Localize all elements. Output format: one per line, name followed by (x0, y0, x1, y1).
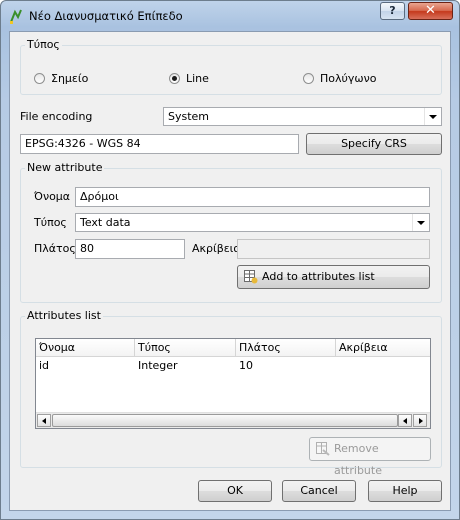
cell-width: 10 (239, 359, 253, 372)
attr-precision-input[interactable] (237, 239, 430, 259)
attr-name-input[interactable]: Δρόμοι (75, 187, 430, 207)
cell-precision (336, 357, 342, 361)
type-groupbox: Τύπος Σημείο Line Πολύγωνο (20, 38, 442, 95)
encoding-select[interactable]: System (163, 107, 442, 126)
new-attribute-label: New attribute (25, 161, 105, 174)
table-remove-icon (316, 442, 330, 456)
window-title: Νέο Διανυσματικό Επίπεδο (29, 9, 183, 23)
help-button[interactable]: Help (368, 480, 442, 502)
qgis-layer-icon (10, 9, 22, 24)
title-bar[interactable]: Νέο Διανυσματικό Επίπεδο ? ✕ (1, 1, 459, 31)
ok-button[interactable]: OK (198, 480, 272, 502)
attr-width-input[interactable]: 80 (75, 239, 185, 259)
radio-point[interactable] (34, 73, 45, 84)
attr-name-label: Όνομα (34, 190, 71, 203)
column-header-width[interactable]: Πλάτος (236, 339, 336, 357)
column-header-type[interactable]: Τύπος (135, 339, 236, 357)
type-group-label: Τύπος (25, 38, 62, 51)
scroll-left-icon[interactable] (398, 414, 412, 427)
radio-polygon[interactable] (303, 73, 314, 84)
attr-precision-label: Ακρίβεια (192, 242, 241, 255)
attributes-list-label: Attributes list (25, 309, 103, 322)
radio-line-label: Line (186, 72, 209, 85)
scroll-left-icon[interactable] (37, 414, 51, 427)
crs-field[interactable]: EPSG:4326 - WGS 84 (20, 134, 299, 154)
attr-type-value: Text data (80, 216, 131, 229)
encoding-label: File encoding (20, 110, 93, 123)
chevron-down-icon[interactable] (412, 214, 429, 231)
new-attribute-groupbox: New attribute Όνομα Δρόμοι Τύπος Text da… (20, 161, 442, 303)
cancel-button[interactable]: Cancel (282, 480, 356, 502)
remove-attribute-label: Remove attribute (334, 442, 382, 477)
dialog-window: Νέο Διανυσματικό Επίπεδο ? ✕ Τύπος Σημεί… (0, 0, 460, 520)
add-to-attributes-button[interactable]: Add to attributes list (237, 265, 430, 289)
attr-type-label: Τύπος (34, 216, 67, 229)
attributes-table[interactable]: Όνομα Τύπος Πλάτος Ακρίβεια id Integer 1… (35, 338, 431, 429)
cell-type: Integer (138, 359, 178, 372)
column-header-name[interactable]: Όνομα (36, 339, 135, 357)
cell-name: id (39, 359, 50, 372)
specify-crs-button[interactable]: Specify CRS (306, 133, 442, 155)
attributes-list-groupbox: Attributes list Όνομα Τύπος Πλάτος Ακρίβ… (20, 309, 442, 477)
table-add-icon (244, 270, 258, 284)
close-button[interactable]: ✕ (408, 2, 453, 20)
attr-type-select[interactable]: Text data (75, 213, 430, 232)
chevron-down-icon[interactable] (424, 108, 441, 125)
dialog-client-area: Τύπος Σημείο Line Πολύγωνο File encoding… (9, 31, 451, 511)
remove-attribute-button[interactable]: Remove attribute (309, 437, 431, 477)
radio-point-label: Σημείο (51, 72, 89, 85)
radio-line[interactable] (169, 73, 180, 84)
encoding-value: System (168, 110, 210, 123)
help-caption-button[interactable]: ? (380, 2, 405, 20)
scrollbar-thumb[interactable] (52, 414, 398, 427)
radio-polygon-label: Πολύγωνο (320, 72, 377, 85)
column-header-precision[interactable]: Ακρίβεια (336, 339, 430, 357)
horizontal-scrollbar[interactable] (36, 412, 430, 428)
attr-width-label: Πλάτος (34, 242, 76, 255)
add-to-attributes-label: Add to attributes list (262, 270, 375, 283)
scroll-right-icon[interactable] (413, 414, 427, 427)
table-row[interactable]: id Integer 10 (36, 357, 430, 375)
